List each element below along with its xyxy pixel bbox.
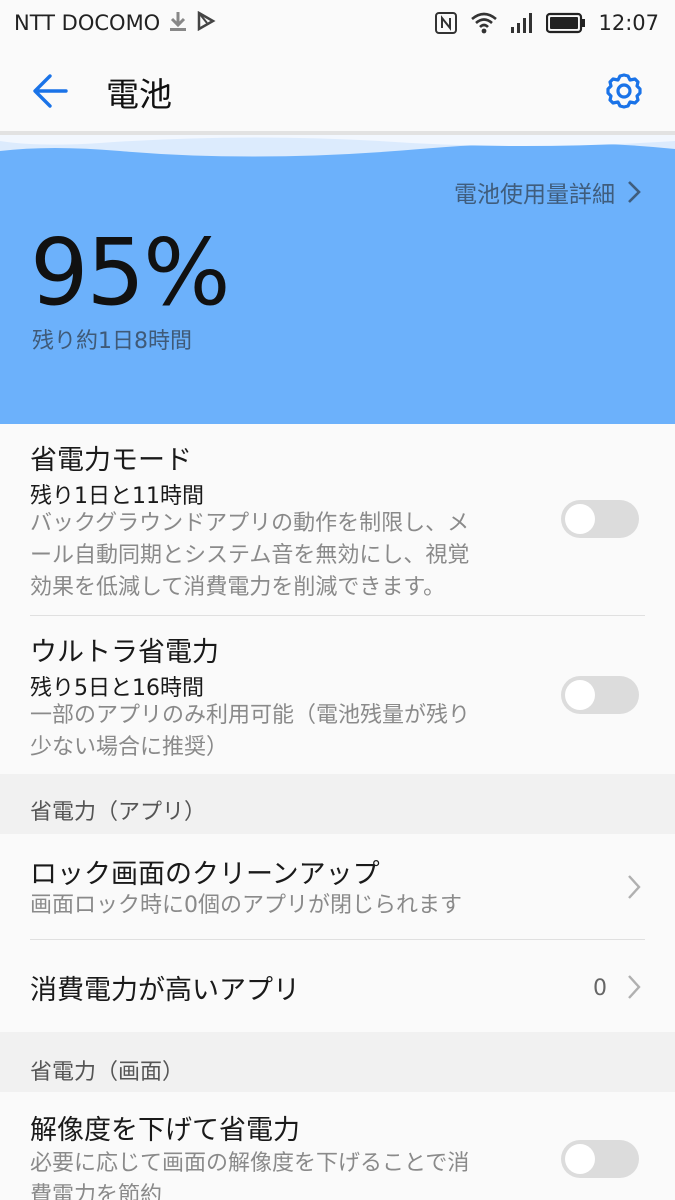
usage-link-label: 電池使用量詳細 — [454, 182, 615, 208]
battery-remaining: 残り約1日8時間 — [32, 329, 192, 354]
resolution-title: 解像度を下げて省電力 — [30, 1115, 300, 1146]
status-bar: NTT DOCOMO 12:07 — [0, 0, 675, 46]
ultra-saving-title: ウルトラ省電力 — [30, 637, 219, 668]
battery-usage-link[interactable]: 電池使用量詳細 — [454, 175, 641, 209]
power-saving-title: 省電力モード — [30, 445, 192, 476]
lock-cleanup-title: ロック画面のクリーンアップ — [30, 859, 380, 890]
wifi-icon — [470, 12, 498, 34]
status-left: NTT DOCOMO — [14, 10, 216, 37]
battery-panel: 電池使用量詳細 95% 残り約1日8時間 — [0, 135, 675, 424]
chevron-right-icon — [628, 181, 641, 203]
status-right: 12:07 — [434, 11, 659, 35]
back-arrow-icon[interactable] — [28, 68, 74, 114]
app-bar: 電池 — [0, 46, 675, 134]
section-label: 省電力（アプリ） — [30, 800, 207, 825]
gear-icon[interactable] — [603, 70, 645, 112]
clock: 12:07 — [598, 11, 659, 35]
resolution-toggle[interactable] — [561, 1140, 639, 1178]
page-title: 電池 — [106, 75, 172, 114]
lock-cleanup-row[interactable]: ロック画面のクリーンアップ 画面ロック時に0個のアプリが閉じられます — [0, 834, 675, 940]
power-saving-description: バックグラウンドアプリの動作を制限し、メ ール自動同期とシステム音を無効にし、視… — [30, 511, 470, 600]
download-icon — [168, 10, 188, 37]
section-label: 省電力（画面） — [30, 1060, 185, 1085]
nfc-icon — [434, 11, 458, 35]
lock-cleanup-description: 画面ロック時に0個のアプリが閉じられます — [30, 893, 462, 918]
carrier-label: NTT DOCOMO — [14, 11, 161, 35]
chevron-right-icon — [628, 875, 641, 899]
ultra-saving-row[interactable]: ウルトラ省電力 残り5日と16時間 一部のアプリのみ利用可能（電池残量が残り 少… — [0, 616, 675, 774]
power-saving-toggle[interactable] — [561, 500, 639, 538]
high-power-apps-title: 消費電力が高いアプリ — [30, 975, 300, 1006]
signal-icon — [510, 12, 534, 34]
resolution-description: 必要に応じて画面の解像度を下げることで消 費電力を節約 — [30, 1151, 470, 1200]
section-header-apps: 省電力（アプリ） — [0, 774, 675, 834]
ultra-saving-remaining: 残り5日と16時間 — [30, 676, 204, 701]
power-saving-remaining: 残り1日と11時間 — [30, 484, 204, 509]
ultra-saving-description: 一部のアプリのみ利用可能（電池残量が残り 少ない場合に推奨） — [30, 703, 471, 760]
section-header-screen: 省電力（画面） — [0, 1032, 675, 1092]
high-power-apps-row[interactable]: 消費電力が高いアプリ 0 — [0, 940, 675, 1032]
high-power-apps-count: 0 — [593, 976, 607, 1001]
play-store-icon — [196, 10, 216, 36]
resolution-row[interactable]: 解像度を下げて省電力 必要に応じて画面の解像度を下げることで消 費電力を節約 — [0, 1092, 675, 1200]
battery-icon — [546, 12, 586, 34]
power-saving-row[interactable]: 省電力モード 残り1日と11時間 バックグラウンドアプリの動作を制限し、メ ール… — [0, 424, 675, 616]
wave-decoration — [0, 135, 675, 165]
ultra-saving-toggle[interactable] — [561, 676, 639, 714]
battery-percent: 95% — [30, 219, 230, 326]
chevron-right-icon — [628, 975, 641, 999]
